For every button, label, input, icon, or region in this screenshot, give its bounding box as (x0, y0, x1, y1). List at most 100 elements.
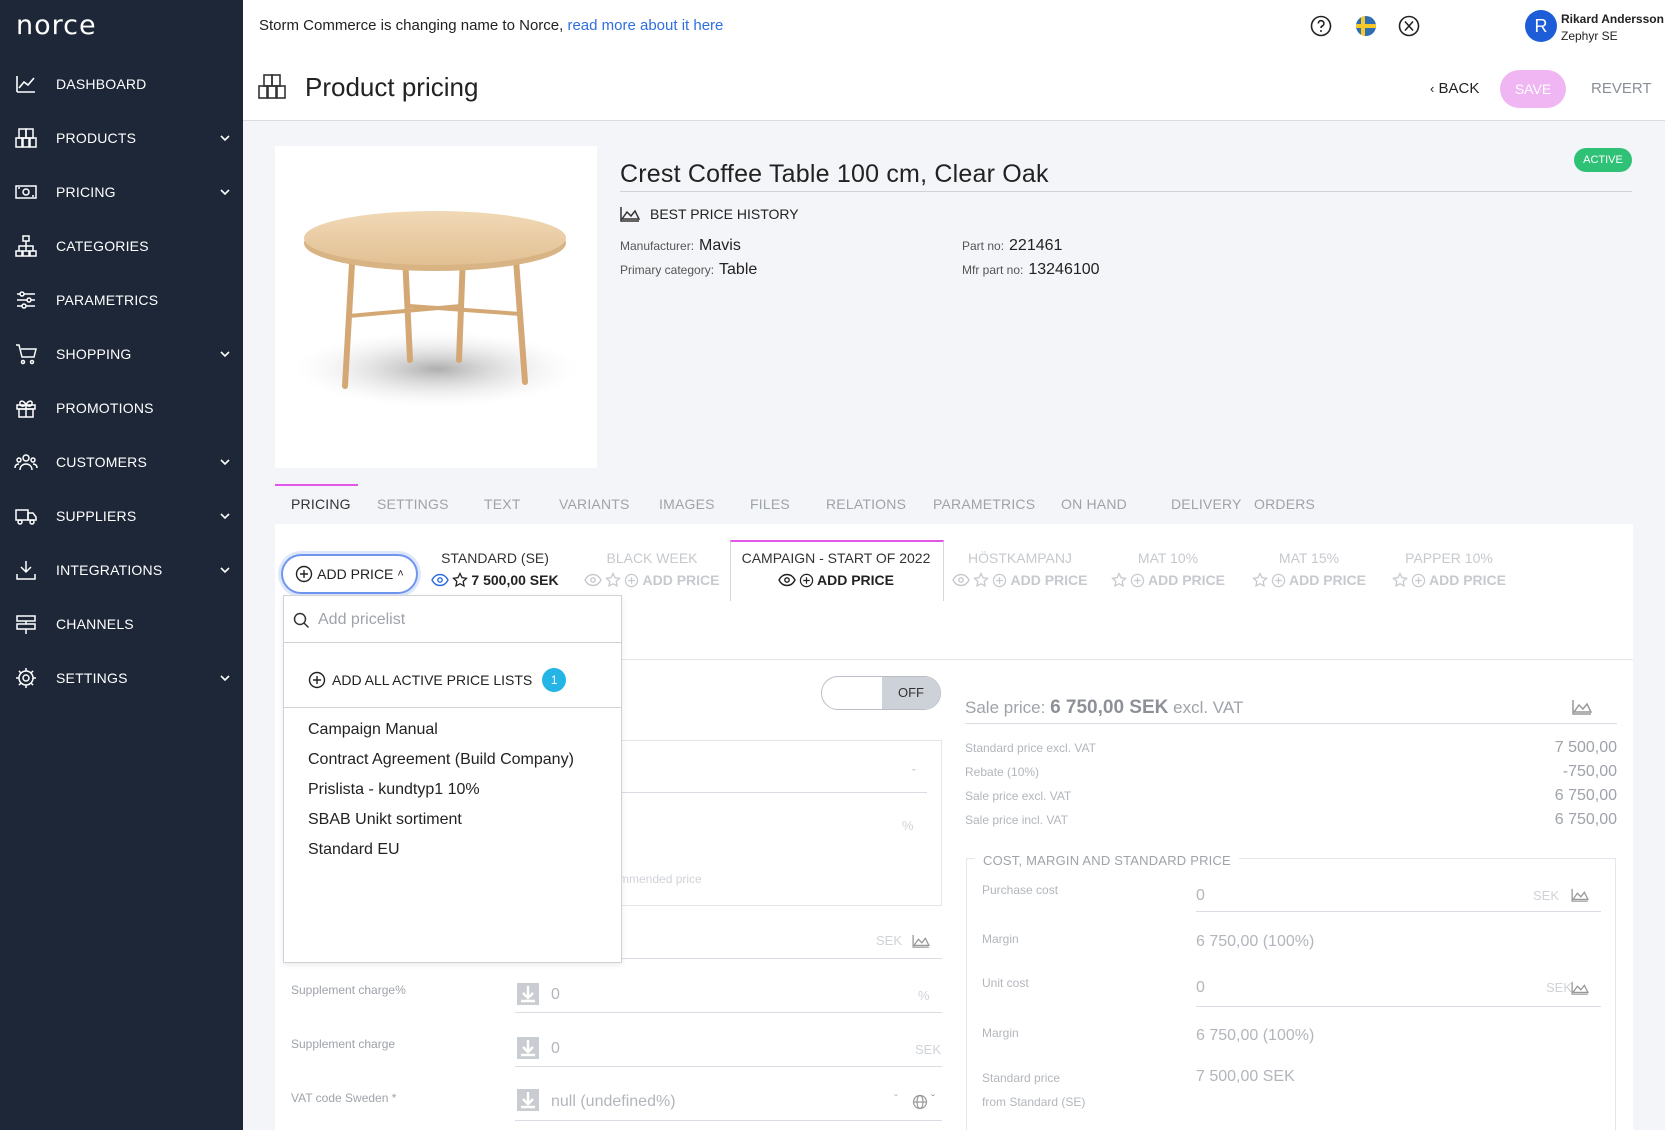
chevron-down-icon[interactable] (219, 186, 231, 198)
chevron-down-icon[interactable] (219, 564, 231, 576)
eye-icon[interactable] (584, 573, 603, 587)
sidebar-item-integrations[interactable]: INTEGRATIONS (0, 543, 243, 597)
globe-icon[interactable] (912, 1094, 928, 1110)
tab-delivery[interactable]: DELIVERY (1171, 496, 1242, 512)
sidebar-item-customers[interactable]: CUSTOMERS (0, 435, 243, 489)
tab-variants[interactable]: VARIANTS (559, 496, 630, 512)
norce-logo[interactable]: norce (16, 10, 97, 41)
pricelist-column[interactable]: PAPPER 10% ADD PRICE (1379, 550, 1519, 588)
sidebar-item-parametrics[interactable]: PARAMETRICS (0, 273, 243, 327)
pricelist-option[interactable]: Campaign Manual (308, 721, 438, 739)
back-button[interactable]: ‹ BACK (1430, 80, 1479, 97)
supplement-pct-value[interactable]: 0 (551, 986, 560, 1004)
star-icon[interactable] (973, 572, 990, 588)
sidebar-item-dashboard[interactable]: DASHBOARD (0, 57, 243, 111)
tab-parametrics[interactable]: PARAMETRICS (933, 496, 1035, 512)
eye-icon[interactable] (778, 573, 796, 587)
pricelist-option[interactable]: SBAB Unikt sortiment (308, 811, 462, 829)
download-arrow-icon[interactable] (517, 983, 539, 1005)
tab-orders[interactable]: ORDERS (1254, 496, 1315, 512)
title-divider (620, 191, 1632, 192)
chevron-down-icon[interactable]: ˇ (912, 768, 916, 780)
pricelist-option[interactable]: Prislista - kundtyp1 10% (308, 781, 480, 799)
price-chart-icon[interactable] (912, 934, 930, 948)
eye-icon[interactable] (952, 573, 971, 587)
save-button[interactable]: SAVE (1500, 70, 1566, 108)
pricelist-column[interactable]: STANDARD (SE) 7 500,00 SEK (415, 550, 575, 588)
pricelist-action[interactable]: ADD PRICE (731, 572, 941, 588)
tab-settings[interactable]: SETTINGS (377, 496, 449, 512)
sidebar-item-promotions[interactable]: PROMOTIONS (0, 381, 243, 435)
notice-link[interactable]: read more about it here (567, 17, 723, 34)
search-icon (293, 612, 310, 629)
breakdown-label: Rebate (10%) (965, 765, 1040, 779)
visible-eye-icon[interactable] (431, 573, 450, 587)
chevron-down-icon[interactable] (219, 348, 231, 360)
star-icon[interactable] (1252, 572, 1268, 588)
user-name[interactable]: Rikard Andersson (1561, 12, 1664, 26)
sidebar-item-channels[interactable]: CHANNELS (0, 597, 243, 651)
sidebar-item-label: CATEGORIES (56, 238, 149, 254)
tab-on-hand[interactable]: ON HAND (1061, 496, 1127, 512)
price-toggle[interactable]: OFF (821, 676, 941, 710)
add-all-active-button[interactable]: ADD ALL ACTIVE PRICE LISTS 1 (308, 668, 567, 692)
tab-images[interactable]: IMAGES (659, 496, 715, 512)
sidebar-item-pricing[interactable]: PRICING (0, 165, 243, 219)
tab-relations[interactable]: RELATIONS (826, 496, 906, 512)
download-arrow-icon[interactable] (517, 1037, 539, 1059)
sidebar-item-label: CHANNELS (56, 616, 134, 632)
chevron-down-icon[interactable] (219, 510, 231, 522)
chevron-down-icon[interactable] (219, 132, 231, 144)
pricelist-column[interactable]: MAT 15% ADD PRICE (1244, 550, 1374, 588)
pricelist-action[interactable]: 7 500,00 SEK (415, 572, 575, 588)
best-price-history-link[interactable]: BEST PRICE HISTORY (620, 206, 799, 222)
purchase-cost-chart-icon[interactable] (1571, 888, 1589, 902)
pricelist-action[interactable]: ADD PRICE (950, 572, 1090, 588)
chevron-down-icon[interactable]: ˇ (931, 1092, 935, 1106)
sidebar-item-categories[interactable]: CATEGORIES (0, 219, 243, 273)
purchase-cost-value[interactable]: 0 (1196, 887, 1205, 905)
tab-files[interactable]: FILES (750, 496, 790, 512)
tab-text[interactable]: TEXT (484, 496, 521, 512)
revert-button[interactable]: REVERT (1591, 80, 1652, 97)
star-icon[interactable] (1392, 572, 1408, 588)
star-icon[interactable] (1111, 572, 1127, 588)
pricelist-name: STANDARD (SE) (441, 550, 549, 566)
chevron-down-icon[interactable] (219, 672, 231, 684)
x-social-icon[interactable] (1397, 14, 1421, 38)
pricelist-option[interactable]: Contract Agreement (Build Company) (308, 751, 574, 769)
unit-cost-value[interactable]: 0 (1196, 979, 1205, 997)
supplement-value[interactable]: 0 (551, 1040, 560, 1058)
sidebar-item-suppliers[interactable]: SUPPLIERS (0, 489, 243, 543)
swedish-flag-icon[interactable] (1354, 14, 1378, 38)
chevron-down-icon[interactable] (219, 456, 231, 468)
vat-code-select[interactable]: null (undefined%) (551, 1093, 676, 1111)
pricelist-action[interactable]: ADD PRICE (1379, 572, 1519, 588)
pricelist-column[interactable]: BLACK WEEK ADD PRICE (582, 550, 722, 588)
help-icon[interactable] (1309, 14, 1333, 38)
pricelist-column[interactable]: MAT 10% ADD PRICE (1103, 550, 1233, 588)
plus-circle-icon (308, 671, 326, 689)
pricelist-column[interactable]: CAMPAIGN - START OF 2022 ADD PRICE (731, 550, 941, 588)
star-icon[interactable] (605, 572, 622, 588)
add-price-button[interactable]: ADD PRICE ˄ (281, 554, 418, 594)
pricelist-option[interactable]: Standard EU (308, 841, 400, 859)
sidebar-item-shopping[interactable]: SHOPPING (0, 327, 243, 381)
pricelist-search-input[interactable] (318, 608, 608, 632)
sale-price-chart-icon[interactable] (1572, 699, 1592, 715)
sidebar-item-products[interactable]: PRODUCTS (0, 111, 243, 165)
avatar[interactable]: R (1525, 10, 1557, 42)
breakdown-value: 6 750,00 (1554, 787, 1617, 804)
chevron-down-icon[interactable]: ˇ (894, 1092, 898, 1106)
tab-pricing[interactable]: PRICING (291, 496, 351, 512)
download-arrow-icon[interactable] (517, 1089, 539, 1111)
pricelist-column[interactable]: HÖSTKAMPANJ ADD PRICE (950, 550, 1090, 588)
pricelist-action[interactable]: ADD PRICE (1244, 572, 1374, 588)
star-icon[interactable] (452, 572, 469, 588)
unit-cost-chart-icon[interactable] (1571, 981, 1589, 995)
pricelist-action[interactable]: ADD PRICE (582, 572, 722, 588)
gear-icon (14, 666, 38, 690)
percent-unit: % (902, 818, 914, 833)
sidebar-item-settings[interactable]: SETTINGS (0, 651, 243, 705)
pricelist-action[interactable]: ADD PRICE (1103, 572, 1233, 588)
